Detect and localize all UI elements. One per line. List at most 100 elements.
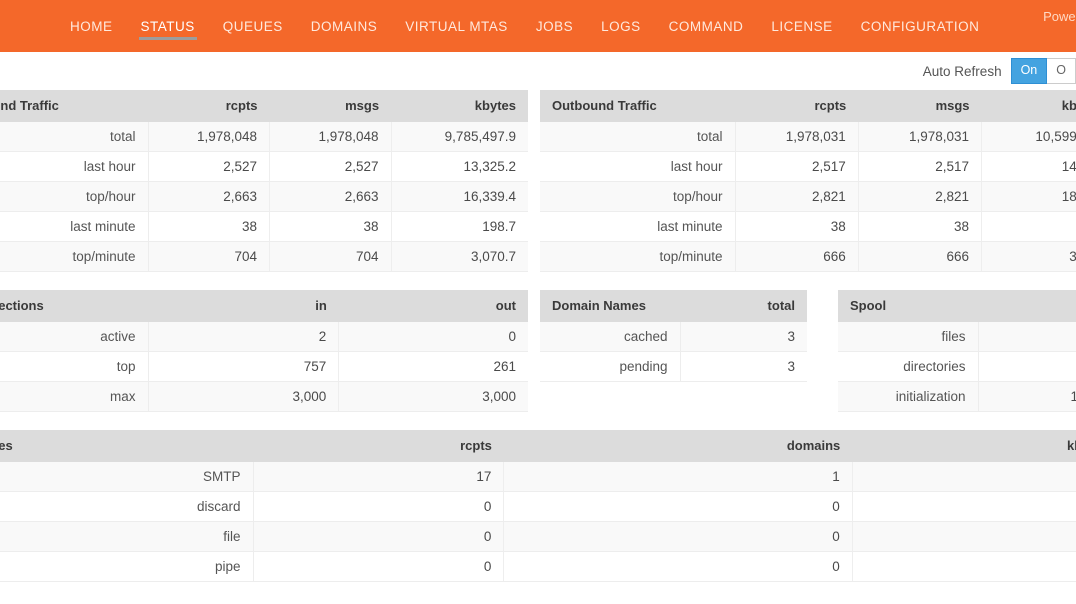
table-cell: 1 (978, 322, 1076, 352)
nav-item-list: HOMESTATUSQUEUESDOMAINSVIRTUAL MTASJOBSL… (0, 0, 1076, 52)
table-cell: 38 (858, 212, 981, 242)
table-cell: 2,663 (148, 182, 270, 212)
table-cell: 2,663 (270, 182, 392, 212)
table-cell: 3,175 (982, 242, 1076, 272)
table-cell: 704 (270, 242, 392, 272)
table-cell: 18,144 (982, 182, 1076, 212)
table-cell (978, 352, 1076, 382)
table-cell: 0 (504, 492, 852, 522)
table-row: top/minute7047043,070.7 (0, 242, 528, 272)
column-header: tot (978, 290, 1076, 322)
column-header: total (680, 290, 807, 322)
table-title: Connections (0, 290, 148, 322)
row-label: directories (838, 352, 978, 382)
nav-item-license[interactable]: LICENSE (757, 0, 846, 42)
table-cell: 1,978,048 (270, 122, 392, 152)
column-header: rcpts (253, 430, 504, 462)
table-cell: 2,527 (270, 152, 392, 182)
table-row: total1,978,0481,978,0489,785,497.9 (0, 122, 528, 152)
auto-refresh-toggle-group[interactable]: On O (1011, 58, 1076, 83)
table-cell: 261 (339, 352, 528, 382)
row-label: discard (0, 492, 253, 522)
table-title: Spool (838, 290, 978, 322)
table-row: top/hour2,6632,66316,339.4 (0, 182, 528, 212)
row-label: pipe (0, 552, 253, 582)
table-cell: 2 (148, 322, 339, 352)
table-cell: 0 (253, 522, 504, 552)
nav-item-home[interactable]: HOME (56, 0, 127, 42)
table-cell: 757 (148, 352, 339, 382)
table-cell: 14,309 (982, 152, 1076, 182)
auto-refresh-off-button[interactable]: O (1047, 58, 1076, 83)
queues-table: QueuesrcptsdomainskbyteSMTP17185discard0… (0, 430, 1076, 582)
table-cell (852, 522, 1076, 552)
column-header: domains (504, 430, 852, 462)
row-label: last hour (0, 152, 148, 182)
table-row: last hour2,5172,51714,309 (540, 152, 1076, 182)
nav-item-virtual-mtas[interactable]: VIRTUAL MTAS (391, 0, 522, 42)
table-cell: 1 (504, 462, 852, 492)
table-title: Inbound Traffic (0, 90, 148, 122)
table-header-row: Inbound Trafficrcptsmsgskbytes (0, 90, 528, 122)
nav-item-status[interactable]: STATUS (127, 0, 209, 42)
table-cell: 38 (148, 212, 270, 242)
table-cell: 1,978,031 (735, 122, 858, 152)
table-cell: 3 (680, 352, 807, 382)
spool-table-wrap: Spooltotfiles1directoriesinitialization1… (838, 290, 1076, 412)
table-cell: 3 (680, 322, 807, 352)
table-header-row: Queuesrcptsdomainskbyte (0, 430, 1076, 462)
auto-refresh-on-button[interactable]: On (1011, 58, 1048, 83)
table-cell: 10,599,632 (982, 122, 1076, 152)
row-label: SMTP (0, 462, 253, 492)
spool-table: Spooltotfiles1directoriesinitialization1… (838, 290, 1076, 412)
table-row: SMTP17185 (0, 462, 1076, 492)
nav-item-logs[interactable]: LOGS (587, 0, 655, 42)
table-cell: 2,821 (858, 182, 981, 212)
nav-item-configuration[interactable]: CONFIGURATION (847, 0, 994, 42)
table-cell: 38 (735, 212, 858, 242)
table-row: directories (838, 352, 1076, 382)
nav-item-command[interactable]: COMMAND (655, 0, 758, 42)
nav-item-queues[interactable]: QUEUES (209, 0, 297, 42)
row-label: last hour (540, 152, 735, 182)
row-label: max (0, 382, 148, 412)
row-label: top/minute (540, 242, 735, 272)
row-label: total (0, 122, 148, 152)
table-cell: 3,000 (148, 382, 339, 412)
table-row: last minute3838222 (540, 212, 1076, 242)
table-row: last minute3838198.7 (0, 212, 528, 242)
table-row: initialization100 (838, 382, 1076, 412)
column-header: rcpts (148, 90, 270, 122)
row-label: last minute (0, 212, 148, 242)
row-label: top/hour (0, 182, 148, 212)
table-cell: 2,527 (148, 152, 270, 182)
queues-table-wrap: QueuesrcptsdomainskbyteSMTP17185discard0… (0, 430, 1076, 582)
table-row: cached3 (540, 322, 807, 352)
row-label: pending (540, 352, 680, 382)
table-cell: 0 (504, 552, 852, 582)
row-label: total (540, 122, 735, 152)
table-row: file00 (0, 522, 1076, 552)
top-navbar: HOMESTATUSQUEUESDOMAINSVIRTUAL MTASJOBSL… (0, 0, 1076, 52)
table-row: max3,0003,000 (0, 382, 528, 412)
row-label: top/minute (0, 242, 148, 272)
table-row: files1 (838, 322, 1076, 352)
table-cell: 198.7 (391, 212, 528, 242)
table-row: pipe00 (0, 552, 1076, 582)
table-cell: 1,978,031 (858, 122, 981, 152)
table-cell: 666 (858, 242, 981, 272)
table-cell: 3,000 (339, 382, 528, 412)
table-cell: 13,325.2 (391, 152, 528, 182)
table-cell: 17 (253, 462, 504, 492)
outbound-traffic-table-wrap: Outbound Trafficrcptsmsgskbytestotal1,97… (540, 90, 1076, 272)
nav-item-jobs[interactable]: JOBS (522, 0, 587, 42)
nav-item-domains[interactable]: DOMAINS (297, 0, 392, 42)
table-cell: 0 (253, 552, 504, 582)
table-cell: 704 (148, 242, 270, 272)
row-label: active (0, 322, 148, 352)
table-cell: 3,070.7 (391, 242, 528, 272)
column-header: msgs (270, 90, 392, 122)
row-label: initialization (838, 382, 978, 412)
domain-names-table-wrap: Domain Namestotalcached3pending3 (540, 290, 807, 382)
table-cell: 100 (978, 382, 1076, 412)
